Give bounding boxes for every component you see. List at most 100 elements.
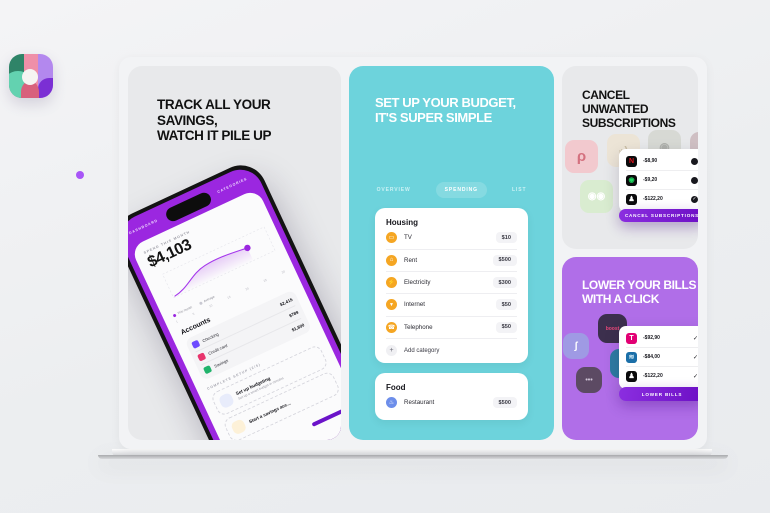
panel-budget-title: SET UP YOUR BUDGET, IT'S SUPER SIMPLE xyxy=(375,95,516,126)
budget-card-housing: Housing ▭ TV $10 ⌂ Rent $500 ⚡ Electrici… xyxy=(375,208,528,364)
laptop-foot-edge xyxy=(98,455,728,459)
right-column: CANCEL UNWANTED SUBSCRIPTIONS ρ ⁎) ◉ N ◉… xyxy=(562,66,698,440)
setup-item-title: Start a savings acc... xyxy=(248,400,292,425)
tab-overview[interactable]: OVERVIEW xyxy=(368,182,420,198)
phone-screen: DASHBOARD CATEGORIES SPEND THIS MONTH $4… xyxy=(128,162,341,440)
x-tick: 25 xyxy=(262,277,268,283)
budget-row-name: Telephone xyxy=(404,323,433,331)
phone-mockup-wrapper: DASHBOARD CATEGORIES SPEND THIS MONTH $4… xyxy=(128,153,341,440)
bill-amount: -$122,20 xyxy=(643,373,663,380)
budget-row-name: TV xyxy=(404,234,412,242)
bill-amount: -$84,00 xyxy=(643,354,660,361)
peloton-app-icon: ρ xyxy=(565,140,598,173)
subscription-row[interactable]: N -$8,90 xyxy=(626,152,698,172)
tab-list[interactable]: LIST xyxy=(503,182,535,198)
budget-card-title: Food xyxy=(386,383,406,393)
budget-row-name: Rent xyxy=(404,256,418,264)
bill-row[interactable]: ♟ -$122,20 ✓ xyxy=(626,367,698,385)
add-category-label: Add category xyxy=(404,347,440,354)
phone-tab-categories[interactable]: CATEGORIES xyxy=(217,177,248,194)
xfinity-row-icon: ≋ xyxy=(626,351,637,363)
x-tick: 1 xyxy=(175,319,179,324)
account-value: $2,415 xyxy=(279,296,294,308)
tab-spending[interactable]: SPENDING xyxy=(435,182,487,199)
x-tick: 5 xyxy=(191,311,196,317)
panel-set-up-budget: SET UP YOUR BUDGET, IT'S SUPER SIMPLE OV… xyxy=(349,66,554,440)
subscription-amount: -$8,90 xyxy=(643,158,658,165)
checking-icon xyxy=(191,339,201,349)
tv-icon: ▭ xyxy=(386,232,397,244)
budget-row[interactable]: ⌂ Rent $500 xyxy=(386,250,517,272)
budget-row-name: Electricity xyxy=(404,279,431,287)
phone-tab-dashboard[interactable]: DASHBOARD xyxy=(128,218,158,235)
spotify-row-icon: ◉ xyxy=(626,174,637,186)
savings-app-logo xyxy=(9,54,53,98)
budget-row[interactable]: ⚡ Electricity $300 xyxy=(386,272,517,295)
budget-row[interactable]: ▭ TV $10 xyxy=(386,227,517,250)
internet-icon: ▼ xyxy=(386,299,397,311)
account-value: $789 xyxy=(288,309,300,319)
bill-check-icon[interactable]: ✓ xyxy=(693,354,698,361)
savings-icon xyxy=(202,364,213,375)
bills-mini-list: T -$92,90 ✓ ≋ -$84,00 ✓ ♟ -$122,20 ✓ xyxy=(619,326,698,389)
budget-row-value[interactable]: $50 xyxy=(495,299,517,311)
logo-blob-deep-purple xyxy=(38,78,53,98)
amazon-row-icon: ♟ xyxy=(626,193,637,205)
subscription-row[interactable]: ♟ -$122,20 ✓ xyxy=(626,190,698,208)
bill-check-icon[interactable]: ✓ xyxy=(693,335,698,342)
budget-card-title: Housing xyxy=(386,218,418,228)
budget-tab-bar: OVERVIEW SPENDING LIST xyxy=(349,182,554,199)
netflix-row-icon: N xyxy=(626,155,637,167)
budget-card-food: Food ♨ Restaurant $500 xyxy=(375,373,528,421)
budget-row[interactable]: ☎ Telephone $50 xyxy=(386,317,517,340)
amazon-row-icon: ♟ xyxy=(626,370,637,382)
add-category-button[interactable]: + Add category xyxy=(386,339,517,357)
budget-row-name: Restaurant xyxy=(404,399,435,407)
subscription-toggle[interactable] xyxy=(691,157,698,165)
panel-savings-title: TRACK ALL YOUR SAVINGS, WATCH IT PILE UP xyxy=(157,97,272,144)
decorative-accent-dot xyxy=(76,171,84,179)
phone-content-sheet: SPEND THIS MONTH $4,103 This month Avera… xyxy=(130,188,341,440)
bill-amount: -$92,90 xyxy=(643,335,660,342)
budget-icon xyxy=(217,391,236,410)
budget-row-value[interactable]: $500 xyxy=(492,254,517,266)
plus-icon: + xyxy=(386,345,397,357)
subscriptions-mini-list: N -$8,90 ◉ -$9,20 ♟ -$122,20 ✓ xyxy=(619,149,698,212)
budget-row-value[interactable]: $50 xyxy=(495,321,517,333)
credit-card-icon xyxy=(197,352,207,362)
panel-lower-bills: LOWER YOUR BILLS WITH A CLICK ʃ boost ≋ … xyxy=(562,257,698,440)
bill-row[interactable]: ≋ -$84,00 ✓ xyxy=(626,348,698,368)
subscription-amount: -$122,20 xyxy=(643,196,663,203)
account-value: $1,800 xyxy=(290,322,306,333)
att-chip: ʃ xyxy=(563,333,589,359)
piggy-bank-icon xyxy=(230,418,248,436)
tmobile-row-icon: T xyxy=(626,332,637,344)
phone-mockup: DASHBOARD CATEGORIES SPEND THIS MONTH $4… xyxy=(128,156,341,440)
x-tick: 30 xyxy=(280,269,286,275)
budget-row[interactable]: ♨ Restaurant $500 xyxy=(386,392,517,413)
verizon-chip: ••• xyxy=(576,367,602,393)
lower-bills-button[interactable]: LOWER BILLS xyxy=(619,387,698,401)
subscription-toggle-checked[interactable]: ✓ xyxy=(691,195,698,203)
rent-icon: ⌂ xyxy=(386,254,397,266)
bill-check-icon[interactable]: ✓ xyxy=(693,373,698,380)
panel-track-savings: TRACK ALL YOUR SAVINGS, WATCH IT PILE UP… xyxy=(128,66,341,440)
laptop-screen-canvas: TRACK ALL YOUR SAVINGS, WATCH IT PILE UP… xyxy=(119,57,707,449)
budget-row-name: Internet xyxy=(404,301,425,309)
subscription-amount: -$9,20 xyxy=(643,177,658,184)
budget-row-value[interactable]: $10 xyxy=(495,232,517,244)
budget-row-value[interactable]: $500 xyxy=(492,397,517,409)
budget-row[interactable]: ▼ Internet $50 xyxy=(386,294,517,317)
subscription-row[interactable]: ◉ -$9,20 xyxy=(626,171,698,191)
subscription-toggle[interactable] xyxy=(691,176,698,184)
x-tick: 20 xyxy=(244,286,250,292)
restaurant-icon: ♨ xyxy=(386,397,397,409)
cancel-subscriptions-button[interactable]: CANCEL SUBSCRIPTIONS xyxy=(619,209,698,222)
duolingo-app-icon: ◉◉ xyxy=(580,180,613,213)
bill-row[interactable]: T -$92,90 ✓ xyxy=(626,329,698,349)
x-tick: 10 xyxy=(208,303,214,309)
electricity-icon: ⚡ xyxy=(386,277,397,289)
panel-cancel-subscriptions: CANCEL UNWANTED SUBSCRIPTIONS ρ ⁎) ◉ N ◉… xyxy=(562,66,698,249)
budget-row-value[interactable]: $300 xyxy=(492,277,517,289)
telephone-icon: ☎ xyxy=(386,321,397,333)
